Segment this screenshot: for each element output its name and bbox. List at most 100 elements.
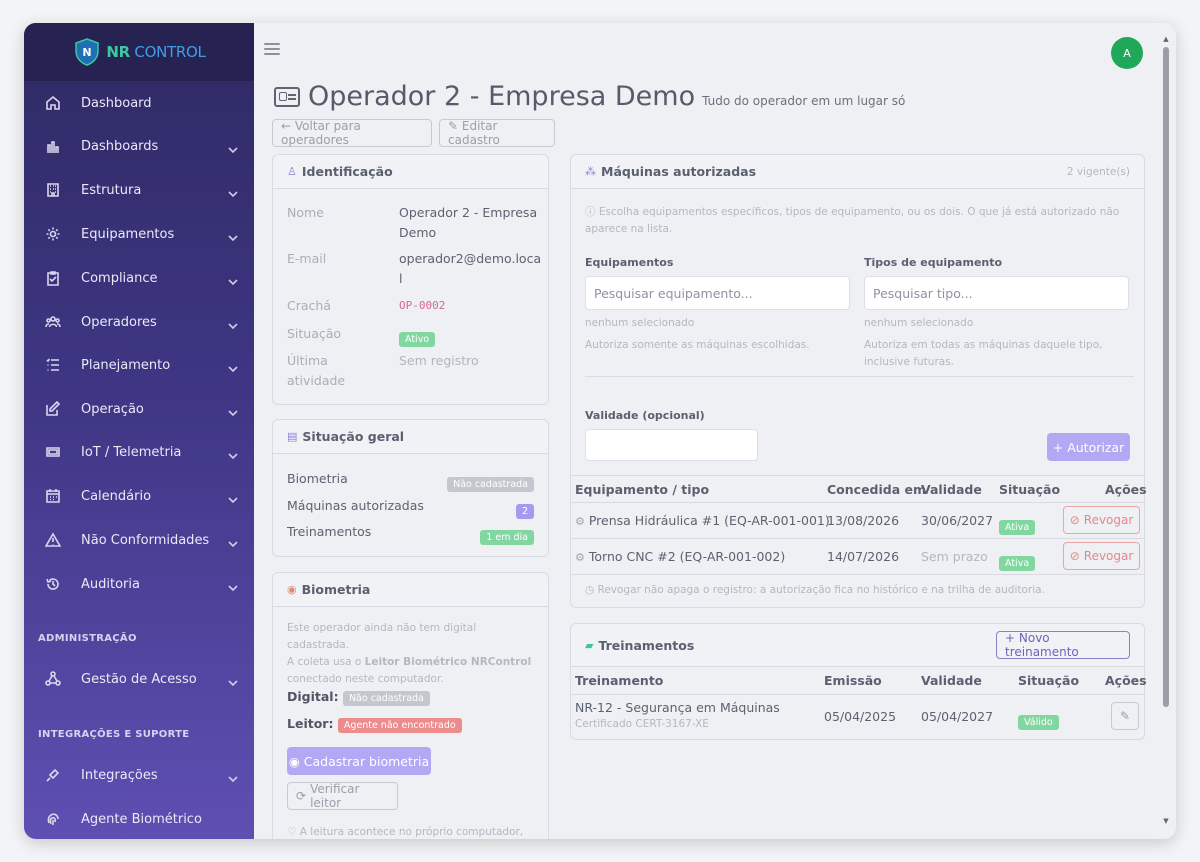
- edit-profile-button[interactable]: ✎ Editar cadastro: [439, 119, 555, 147]
- card-header: ▤ Situação geral: [273, 420, 548, 454]
- pencil-icon: ✎: [1119, 709, 1131, 723]
- sidebar-item-label: Integrações: [81, 767, 158, 783]
- column-header-validity: Validade: [921, 673, 982, 688]
- reader-status-badge: Agente não encontrado: [337, 718, 462, 733]
- general-status-card: ▤ Situação geral Biometria Não cadastrada…: [272, 419, 549, 557]
- fingerprint-icon: [44, 810, 62, 828]
- equipment-search-input[interactable]: Pesquisar equipamento...: [585, 276, 850, 310]
- edit-icon: [44, 400, 62, 418]
- sidebar-item-dashboard[interactable]: Dashboard: [24, 83, 254, 123]
- divider: [571, 475, 1144, 476]
- sidebar-item-iot-telemetria[interactable]: IoT / Telemetria: [24, 432, 254, 472]
- card-header: ♙ Identificação: [273, 155, 548, 189]
- vertical-scrollbar[interactable]: ▲ ▼: [1162, 35, 1170, 825]
- sidebar-item-operadores[interactable]: Operadores: [24, 302, 254, 342]
- biometry-status-badge: Não cadastrada: [447, 477, 534, 492]
- sidebar-item-agente-biometrico[interactable]: Agente Biométrico: [24, 799, 254, 839]
- equipment-cell: ⚙ Prensa Hidráulica #1 (EQ-AR-001-001): [575, 513, 830, 528]
- revoke-button[interactable]: ⊘ Revogar: [1063, 542, 1140, 570]
- reader-row: Leitor: Agente não encontrado: [287, 716, 462, 733]
- status-badge: Ativo: [399, 332, 436, 347]
- chevron-down-icon: [228, 272, 240, 286]
- equipment-type-search-input[interactable]: Pesquisar tipo...: [864, 276, 1129, 310]
- biometry-info-text: Este operador ainda não tem digital cada…: [287, 622, 532, 685]
- verify-reader-button[interactable]: ⟳ Verificar leitor: [287, 782, 398, 810]
- scroll-up-arrow-icon[interactable]: ▲: [1162, 35, 1170, 43]
- bar-chart-icon: [44, 137, 62, 155]
- topbar: A: [254, 23, 1176, 81]
- sidebar-item-nao-conformidades[interactable]: Não Conformidades: [24, 520, 254, 560]
- divider: [585, 376, 1134, 377]
- register-biometry-button[interactable]: ◉ Cadastrar biometria: [287, 747, 431, 775]
- sidebar-item-gestao-de-acesso[interactable]: Gestão de Acesso: [24, 659, 254, 699]
- section-administracao: ADMINISTRAÇÃO: [38, 633, 137, 644]
- menu-toggle-icon[interactable]: [264, 43, 280, 57]
- sidebar-item-calendario[interactable]: Calendário: [24, 476, 254, 516]
- sidebar-item-dashboards[interactable]: Dashboards: [24, 126, 254, 166]
- divider: [571, 538, 1144, 539]
- section-integracoes: INTEGRAÇÕES E SUPORTE: [38, 729, 190, 740]
- validity-cell: 05/04/2027: [921, 709, 994, 724]
- brand-logo[interactable]: N NR CONTROL: [24, 23, 254, 81]
- scroll-down-arrow-icon[interactable]: ▼: [1162, 817, 1170, 825]
- card-title: Treinamentos: [598, 637, 695, 653]
- sidebar-item-label: Gestão de Acesso: [81, 671, 197, 687]
- column-header-granted: Concedida em: [827, 482, 927, 497]
- people-icon: [44, 313, 62, 331]
- device-icon: [44, 443, 62, 461]
- chevron-down-icon: [228, 359, 240, 373]
- history-icon: [44, 575, 62, 593]
- sidebar-item-compliance[interactable]: Compliance: [24, 258, 254, 298]
- sidebar-item-operacao[interactable]: Operação: [24, 389, 254, 429]
- validity-date-input[interactable]: [585, 429, 758, 461]
- sidebar-item-label: Dashboard: [81, 95, 152, 111]
- status-label: Situação: [287, 326, 342, 341]
- equipment-type-label: Tipos de equipamento: [864, 256, 1003, 269]
- trainings-row-label: Treinamentos: [287, 524, 372, 539]
- revoke-button[interactable]: ⊘ Revogar: [1063, 506, 1140, 534]
- authorize-button[interactable]: + Autorizar: [1047, 433, 1130, 461]
- equipment-help-text: Autoriza somente as máquinas escolhidas.: [585, 339, 810, 351]
- sidebar-item-label: Planejamento: [81, 357, 171, 373]
- home-icon: [44, 94, 62, 112]
- gear-icon: ⚙: [575, 551, 585, 564]
- validity-cell: 30/06/2027: [921, 513, 994, 528]
- avatar[interactable]: A: [1111, 37, 1143, 69]
- sidebar-item-label: Auditoria: [81, 576, 140, 592]
- machines-row-label: Máquinas autorizadas: [287, 498, 424, 513]
- sidebar-item-equipamentos[interactable]: Equipamentos: [24, 214, 254, 254]
- sidebar-item-estrutura[interactable]: Estrutura: [24, 170, 254, 210]
- card-title: Biometria: [301, 582, 371, 597]
- last-activity-value: Sem registro: [399, 353, 479, 368]
- diagram-icon: [44, 670, 62, 688]
- sidebar-item-auditoria[interactable]: Auditoria: [24, 564, 254, 604]
- chevron-down-icon: [228, 228, 240, 242]
- column-header-actions: Ações: [1105, 673, 1147, 688]
- column-header-issue: Emissão: [824, 673, 882, 688]
- divider: [571, 694, 1144, 695]
- sidebar-item-planejamento[interactable]: Planejamento: [24, 345, 254, 385]
- sidebar-item-label: Estrutura: [81, 182, 142, 198]
- badge-label: Crachá: [287, 298, 331, 313]
- chevron-down-icon: [228, 490, 240, 504]
- edit-training-button[interactable]: ✎: [1111, 702, 1139, 730]
- list-icon: [44, 356, 62, 374]
- revoke-footer-note: ◷ Revogar não apaga o registro: a autori…: [585, 584, 1045, 596]
- column-header-status: Situação: [1018, 673, 1080, 688]
- page-header: Operador 2 - Empresa Demo Tudo do operad…: [274, 81, 905, 112]
- trainings-status-badge: 1 em dia: [480, 530, 534, 545]
- column-header-status: Situação: [999, 482, 1061, 497]
- column-header-training: Treinamento: [575, 673, 664, 688]
- machines-info-text: ⓘ Escolha equipamentos específicos, tipo…: [585, 206, 1120, 235]
- back-to-operators-button[interactable]: ← Voltar para operadores: [272, 119, 432, 147]
- shield-logo-icon: N: [75, 38, 100, 66]
- column-header-actions: Ações: [1105, 482, 1147, 497]
- trainings-card: ▰ Treinamentos + Novo treinamento Treinam…: [570, 623, 1147, 740]
- type-none-selected: nenhum selecionado: [864, 317, 974, 329]
- building-icon: [44, 181, 62, 199]
- sidebar-item-integracoes[interactable]: Integrações: [24, 755, 254, 795]
- machines-count-badge: 2: [515, 504, 534, 519]
- new-training-button[interactable]: + Novo treinamento: [996, 631, 1130, 659]
- issue-date-cell: 05/04/2025: [824, 709, 897, 724]
- scroll-thumb[interactable]: [1163, 47, 1169, 707]
